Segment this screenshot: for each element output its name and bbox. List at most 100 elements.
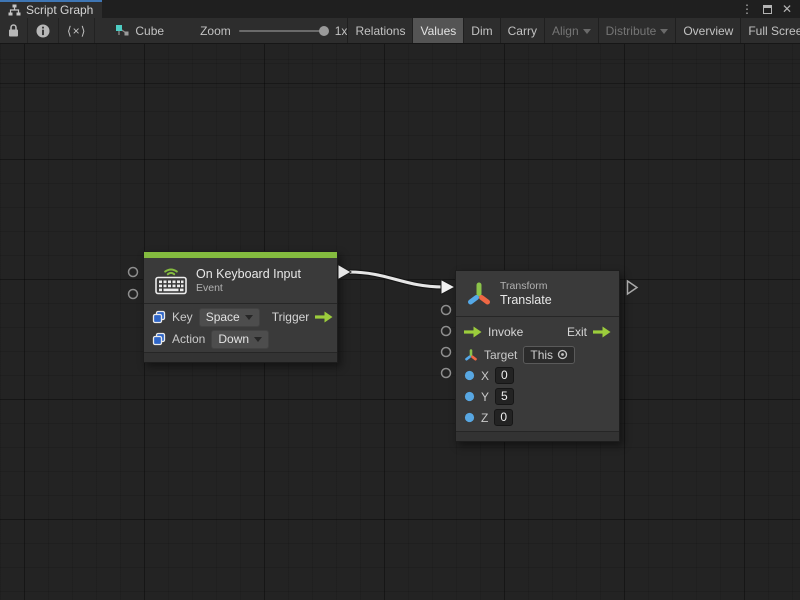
graph-canvas[interactable]: On Keyboard Input Event Key Space [0,44,800,600]
node-transform-translate[interactable]: Transform Translate Invoke Exit [455,270,620,442]
event-node-header: On Keyboard Input Event [144,258,337,303]
full-screen-button[interactable]: Full Screen [740,18,800,43]
keycode-icon [152,332,166,346]
align-button[interactable]: Align [544,18,598,43]
dim-button[interactable]: Dim [463,18,499,43]
values-label: Values [420,24,456,38]
tab-script-graph[interactable]: Script Graph [0,0,102,18]
connection-wire[interactable] [349,272,443,287]
target-row: Target This [456,344,619,365]
unit-node-footer [456,431,619,441]
action-label: Action [172,332,205,346]
trigger-output-port[interactable] [338,265,351,280]
connection-wire-outline [349,272,443,287]
chevron-down-icon [660,29,668,34]
unit-node-header: Transform Translate [456,271,619,316]
overview-button[interactable]: Overview [675,18,740,43]
dim-label: Dim [471,24,492,38]
chevron-down-icon [583,29,591,34]
distribute-label: Distribute [606,24,657,38]
target-picker-icon [557,349,568,360]
relations-label: Relations [355,24,405,38]
y-value-input[interactable]: 5 [495,388,514,405]
invoke-input-port[interactable] [441,280,455,295]
invoke-row: Invoke Exit [456,320,619,344]
zoom-control: Zoom 1x [200,18,347,43]
trigger-label: Trigger [272,310,310,324]
x-row: X 0 [456,365,619,386]
edit-script-button[interactable]: ⟨×⟩ [59,18,95,43]
carry-label: Carry [508,24,537,38]
overview-label: Overview [683,24,733,38]
event-node-title: On Keyboard Input [196,267,301,282]
unit-node-body: Invoke Exit [456,316,619,431]
key-input-port[interactable] [129,268,138,277]
maximize-icon[interactable] [763,5,772,14]
distribute-button[interactable]: Distribute [598,18,676,43]
target-input-port[interactable] [442,306,451,315]
titlebar: Script Graph ⋮ ✕ [0,0,800,18]
x-value-input[interactable]: 0 [495,367,514,384]
x-label: X [481,369,489,383]
exit-output-port[interactable] [628,281,638,294]
value-port-dot-icon [464,412,475,423]
event-node-subtitle: Event [196,282,301,295]
info-icon [36,24,50,38]
target-value-chip[interactable]: This [523,346,575,364]
graph-breadcrumb[interactable]: Cube [105,18,174,43]
info-button[interactable] [28,18,59,43]
action-input-port[interactable] [129,290,138,299]
zoom-value: 1x [335,24,348,38]
align-label: Align [552,24,579,38]
values-button[interactable]: Values [412,18,463,43]
invoke-flow-arrow-icon [464,326,482,338]
key-dropdown[interactable]: Space [199,308,260,327]
transform-mini-icon [464,348,478,362]
action-row: Action Down [144,328,337,350]
y-row: Y 5 [456,386,619,407]
full-screen-label: Full Screen [748,24,800,38]
trigger-flow-arrow-icon [315,311,333,323]
value-port-dot-icon [464,391,475,402]
target-label: Target [484,348,517,362]
z-row: Z 0 [456,407,619,428]
action-dropdown-value: Down [218,332,249,346]
tab-title: Script Graph [26,3,93,17]
node-on-keyboard-input[interactable]: On Keyboard Input Event Key Space [143,251,338,363]
action-dropdown[interactable]: Down [211,330,269,349]
unit-node-category: Transform [500,280,552,293]
key-label: Key [172,310,193,324]
zoom-slider[interactable] [239,30,327,32]
invoke-label: Invoke [488,325,523,339]
graph-icon [115,24,130,38]
lock-button[interactable] [0,18,28,43]
x-input-port[interactable] [442,327,451,336]
z-label: Z [481,411,488,425]
target-value: This [530,348,553,362]
graph-toolbar: ⟨×⟩ Cube Zoom 1x Relations [0,18,800,44]
event-node-footer [144,352,337,362]
key-dropdown-value: Space [206,310,240,324]
value-port-dot-icon [464,370,475,381]
transform-icon [466,281,492,307]
connections-overlay [0,44,800,600]
z-value-input[interactable]: 0 [494,409,513,426]
lock-icon [8,24,19,37]
carry-button[interactable]: Carry [500,18,544,43]
graph-hierarchy-icon [8,4,21,16]
y-label: Y [481,390,489,404]
code-icon: ⟨×⟩ [67,24,86,38]
script-graph-window: Script Graph ⋮ ✕ [0,0,800,600]
z-input-port[interactable] [442,369,451,378]
close-icon[interactable]: ✕ [782,1,792,17]
zoom-label: Zoom [200,24,231,38]
chevron-down-icon [245,315,253,320]
breadcrumb-label: Cube [135,24,164,38]
zoom-slider-handle[interactable] [319,26,329,36]
exit-flow-arrow-icon [593,326,611,338]
relations-button[interactable]: Relations [347,18,412,43]
unit-node-title: Translate [500,293,552,308]
menu-icon[interactable]: ⋮ [741,1,753,17]
y-input-port[interactable] [442,348,451,357]
event-node-body: Key Space Trigger [144,303,337,352]
